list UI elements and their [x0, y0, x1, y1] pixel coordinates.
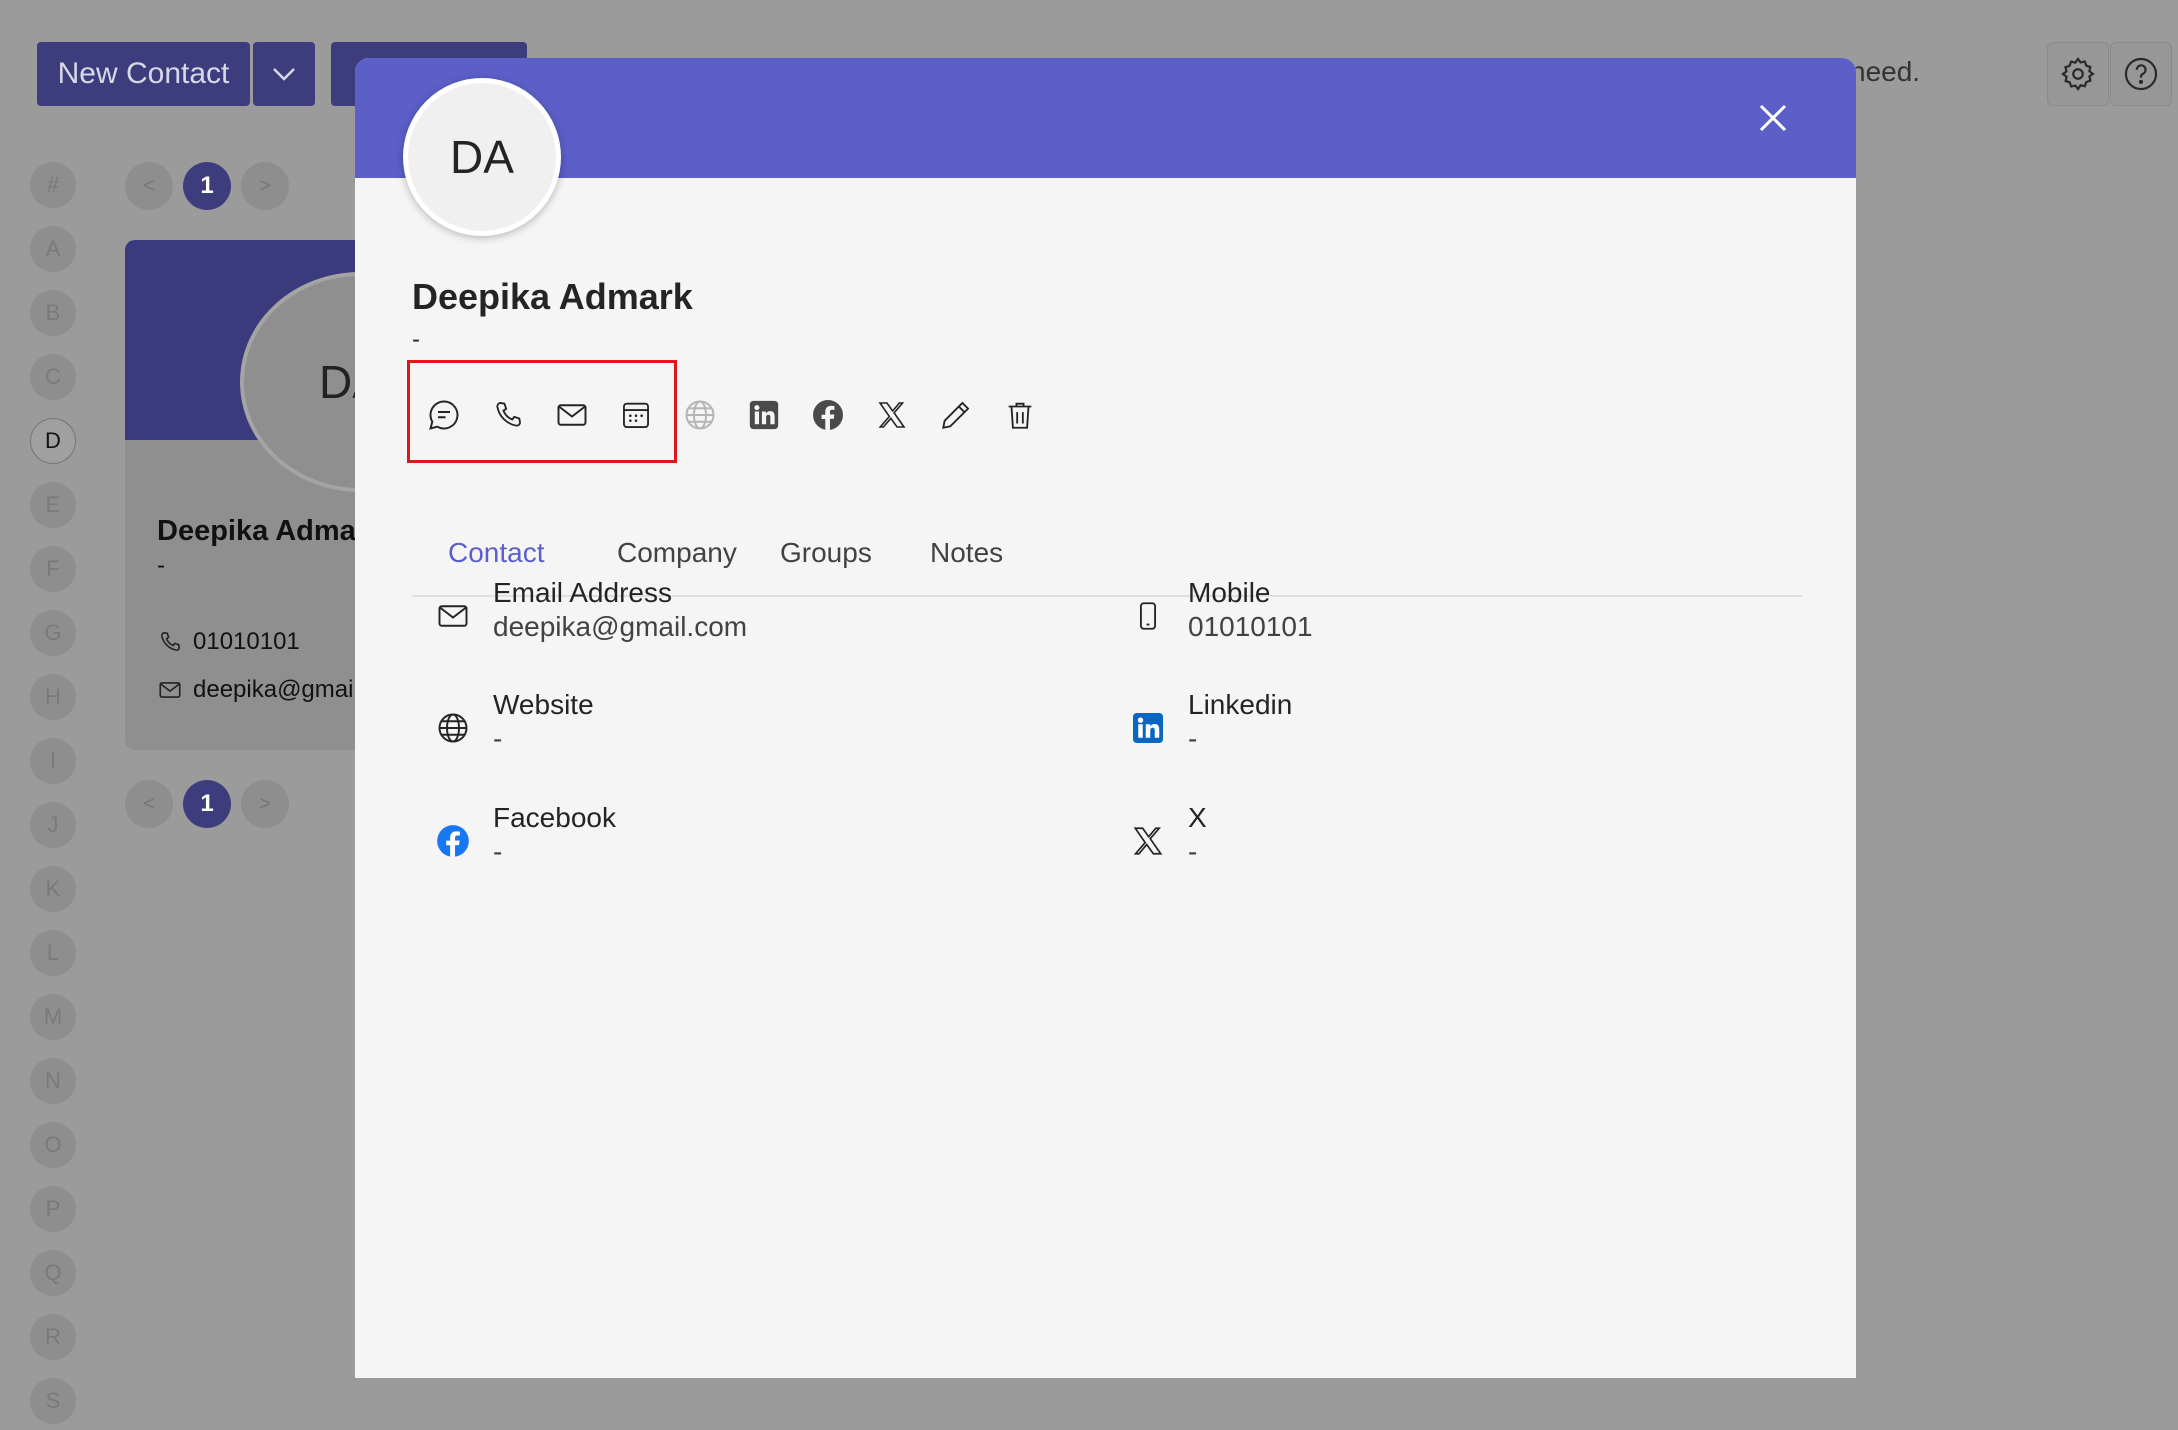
new-contact-dropdown-button[interactable] [253, 42, 315, 106]
alphabet-letter[interactable]: F [30, 546, 76, 592]
alphabet-letter[interactable]: L [30, 930, 76, 976]
linkedin-icon [1128, 708, 1168, 748]
alphabet-letter[interactable]: H [30, 674, 76, 720]
gear-icon [2061, 57, 2095, 91]
field-email: Email Address deepika@gmail.com [433, 576, 747, 644]
field-label: Website [493, 689, 594, 720]
alphabet-letter[interactable]: # [30, 162, 76, 208]
x-icon [1128, 821, 1168, 861]
field-linkedin: Linkedin - [1128, 688, 1292, 756]
chevron-down-icon [273, 68, 295, 81]
alphabet-letter[interactable]: R [30, 1314, 76, 1360]
prev-page-button[interactable]: < [125, 162, 173, 210]
close-icon [1759, 104, 1787, 132]
globe-icon [685, 400, 715, 430]
email-value[interactable]: deepika@gmail.com [493, 610, 747, 644]
linkedin-button[interactable] [732, 383, 796, 447]
alphabet-letter[interactable]: I [30, 738, 76, 784]
alphabet-letter[interactable]: E [30, 482, 76, 528]
alphabet-letter[interactable]: Q [30, 1250, 76, 1296]
contact-card-phone: 01010101 [157, 628, 300, 656]
next-page-button[interactable]: > [241, 780, 289, 828]
tab-notes[interactable]: Notes [930, 537, 1003, 569]
calendar-icon [623, 402, 649, 428]
alphabet-letter[interactable]: D [30, 418, 76, 464]
contact-card-phone-text: 01010101 [193, 628, 300, 655]
current-page-button[interactable]: 1 [183, 780, 231, 828]
linkedin-value: - [1188, 723, 1198, 754]
x-button[interactable] [860, 383, 924, 447]
contact-details-dialog: DA Deepika Admark - Contact Company Grou… [355, 58, 1856, 1378]
tab-contact[interactable]: Contact [448, 537, 545, 569]
facebook-value: - [493, 836, 503, 867]
field-mobile: Mobile 01010101 [1128, 576, 1313, 644]
contact-name: Deepika Admark [412, 276, 693, 317]
schedule-meeting-button[interactable] [604, 383, 668, 447]
help-button[interactable] [2110, 42, 2172, 106]
help-icon [2124, 57, 2158, 91]
email-button[interactable] [540, 383, 604, 447]
tab-company[interactable]: Company [617, 537, 737, 569]
close-button[interactable] [1751, 96, 1795, 140]
avatar: DA [403, 78, 561, 236]
chat-button[interactable] [412, 383, 476, 447]
alphabet-letter[interactable]: N [30, 1058, 76, 1104]
dialog-header [355, 58, 1856, 178]
globe-icon [433, 708, 473, 748]
delete-icon [1008, 402, 1032, 429]
field-label: Email Address [493, 577, 672, 608]
mail-icon [433, 596, 473, 636]
mail-icon [557, 404, 587, 426]
pager-top: < 1 > [125, 162, 289, 210]
new-contact-label: New Contact [57, 57, 230, 90]
x-value: - [1188, 836, 1198, 867]
alphabet-letter[interactable]: J [30, 802, 76, 848]
field-label: Mobile [1188, 577, 1271, 608]
field-facebook: Facebook - [433, 801, 616, 869]
field-label: X [1188, 802, 1207, 833]
alphabet-letter[interactable]: M [30, 994, 76, 1040]
edit-icon [942, 401, 970, 429]
alphabet-letter[interactable]: A [30, 226, 76, 272]
phone-icon [161, 631, 181, 651]
prev-page-button[interactable]: < [125, 780, 173, 828]
call-button[interactable] [476, 383, 540, 447]
field-x: X - [1128, 801, 1207, 869]
alphabet-letter[interactable]: O [30, 1122, 76, 1168]
alphabet-letter[interactable]: S [30, 1378, 76, 1424]
facebook-button[interactable] [796, 383, 860, 447]
next-page-button[interactable]: > [241, 162, 289, 210]
delete-button[interactable] [988, 383, 1052, 447]
notice-text: need. [1850, 56, 1921, 87]
chat-icon [429, 400, 459, 430]
contact-card-name: Deepika Admark [157, 515, 384, 547]
facebook-icon [813, 400, 843, 430]
contact-card-subtitle: - [157, 552, 165, 579]
linkedin-icon [749, 400, 779, 430]
edit-button[interactable] [924, 383, 988, 447]
pager-bottom: < 1 > [125, 780, 289, 828]
alphabet-letter[interactable]: B [30, 290, 76, 336]
website-button[interactable] [668, 383, 732, 447]
website-value: - [493, 723, 503, 754]
tab-groups[interactable]: Groups [780, 537, 872, 569]
alphabet-letter[interactable]: C [30, 354, 76, 400]
facebook-icon [433, 821, 473, 861]
field-website: Website - [433, 688, 594, 756]
field-label: Linkedin [1188, 689, 1293, 720]
alphabet-letter[interactable]: P [30, 1186, 76, 1232]
settings-button[interactable] [2047, 42, 2109, 106]
current-page-button[interactable]: 1 [183, 162, 231, 210]
field-label: Facebook [493, 802, 616, 833]
action-bar [412, 383, 1052, 447]
new-contact-button[interactable]: New Contact [37, 42, 250, 106]
alphabet-letter[interactable]: K [30, 866, 76, 912]
mail-icon [159, 682, 181, 698]
phone-icon [496, 402, 521, 427]
alphabet-letter[interactable]: G [30, 610, 76, 656]
mobile-value[interactable]: 01010101 [1188, 610, 1313, 644]
contact-subtitle: - [412, 326, 420, 353]
x-icon [878, 402, 906, 428]
mobile-phone-icon [1128, 596, 1168, 636]
